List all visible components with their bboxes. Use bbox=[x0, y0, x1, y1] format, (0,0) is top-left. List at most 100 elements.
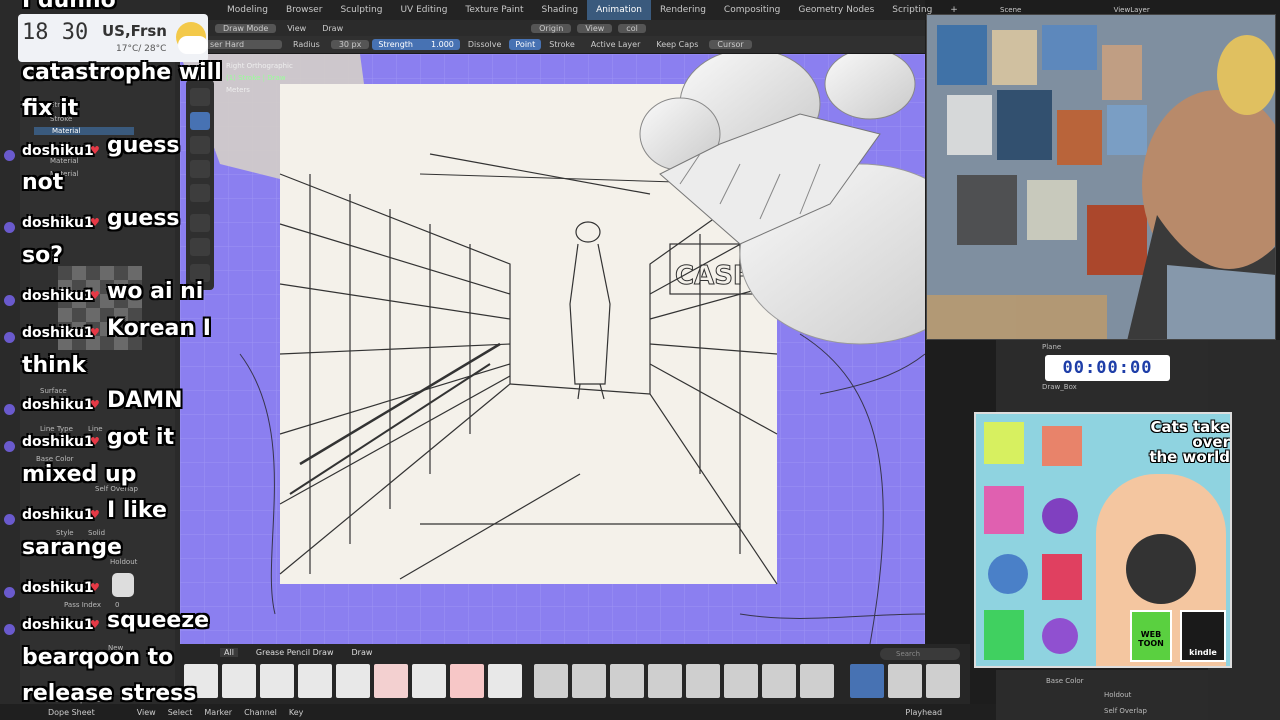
keep-caps-toggle[interactable]: Keep Caps bbox=[648, 40, 706, 49]
color-select[interactable]: col bbox=[618, 23, 646, 33]
user-badge-icon bbox=[4, 624, 15, 635]
tab-modeling[interactable]: Modeling bbox=[218, 0, 277, 20]
origin-select[interactable]: Origin bbox=[531, 23, 572, 33]
cursor-select[interactable]: Cursor bbox=[709, 40, 752, 49]
brush-thumbnail[interactable] bbox=[572, 664, 606, 698]
brush-thumbnail[interactable] bbox=[888, 664, 922, 698]
outliner-drawbox[interactable]: Draw_Box bbox=[1042, 383, 1077, 391]
chat-text: think bbox=[22, 353, 87, 378]
brush-asset-shelf: All Grease Pencil Draw Draw Search bbox=[180, 644, 970, 704]
chat-text: bearqoon to bbox=[22, 645, 174, 670]
mode-select[interactable]: Draw Mode bbox=[215, 23, 277, 33]
holdout-check[interactable]: Holdout bbox=[1104, 691, 1131, 699]
tab-rendering[interactable]: Rendering bbox=[651, 0, 715, 20]
user-badge-icon bbox=[4, 150, 15, 161]
brush-thumbnail[interactable] bbox=[926, 664, 960, 698]
view-menu[interactable]: View bbox=[279, 24, 314, 33]
tab-compositing[interactable]: Compositing bbox=[715, 0, 789, 20]
user-badge-icon bbox=[4, 441, 15, 452]
chat-text: mixed up bbox=[22, 462, 137, 487]
brush-thumbnail[interactable] bbox=[260, 664, 294, 698]
viewlayer-select[interactable]: ViewLayer bbox=[1114, 6, 1150, 14]
radius-field[interactable]: 30 px bbox=[330, 40, 370, 49]
chat-username: doshiku1 bbox=[22, 507, 94, 523]
tab-uv-editing[interactable]: UV Editing bbox=[391, 0, 456, 20]
user-badge-icon bbox=[4, 587, 15, 598]
chat-username: doshiku1 bbox=[22, 617, 94, 633]
self-overlap-check[interactable]: Self Overlap bbox=[1104, 707, 1147, 715]
view-select[interactable]: View bbox=[577, 23, 613, 33]
brush-thumbnail[interactable] bbox=[450, 664, 484, 698]
heart-icon: ♥ bbox=[90, 398, 100, 411]
strength-label: Strength bbox=[378, 40, 413, 49]
viewport-canvas[interactable]: CASHER Right Orthographic (1) Stroke | D… bbox=[180, 54, 925, 644]
webtoon-badge[interactable]: WEB TOON bbox=[1130, 610, 1172, 662]
dissolve-toggle[interactable]: Dissolve bbox=[460, 40, 510, 49]
tab-draw[interactable]: Draw bbox=[352, 648, 373, 657]
brush-thumbnail[interactable] bbox=[800, 664, 834, 698]
strength-value: 1.000 bbox=[430, 40, 454, 49]
stroke-toggle[interactable]: Stroke bbox=[541, 40, 583, 49]
brush-thumbnail[interactable] bbox=[534, 664, 568, 698]
units-label: Meters bbox=[226, 86, 250, 94]
strength-field[interactable]: Strength 1.000 bbox=[372, 39, 460, 50]
base-color-label: Base Color bbox=[1046, 677, 1084, 685]
brush-thumbnail[interactable] bbox=[222, 664, 256, 698]
emote-icon bbox=[112, 573, 134, 597]
outliner-plane[interactable]: Plane bbox=[1042, 343, 1061, 351]
tab-browser[interactable]: Browser bbox=[277, 0, 331, 20]
girl-hair bbox=[1126, 534, 1196, 604]
chat-text: release stress bbox=[22, 681, 197, 706]
chat-text: I dunno bbox=[22, 0, 116, 13]
tab-geometry-nodes[interactable]: Geometry Nodes bbox=[789, 0, 883, 20]
brush-thumbnail[interactable] bbox=[762, 664, 796, 698]
kindle-badge[interactable]: kindle bbox=[1180, 610, 1226, 662]
user-badge-icon bbox=[4, 222, 15, 233]
brush-thumbnail[interactable] bbox=[412, 664, 446, 698]
stroke-label: (1) Stroke | Draw bbox=[226, 74, 286, 82]
tab-grease-pencil-draw[interactable]: Grease Pencil Draw bbox=[256, 648, 334, 657]
cat-sticker bbox=[988, 554, 1028, 594]
scene-select[interactable]: Scene bbox=[1000, 6, 1021, 14]
chat-overlay: I dunno catastrophe will fix it doshiku1… bbox=[0, 0, 222, 720]
key-menu[interactable]: Key bbox=[283, 708, 310, 717]
draw-menu[interactable]: Draw bbox=[314, 24, 351, 33]
brush-thumbnail[interactable] bbox=[686, 664, 720, 698]
cat-sticker bbox=[984, 422, 1024, 464]
brush-thumbnail[interactable] bbox=[488, 664, 522, 698]
chat-text: guess bbox=[107, 206, 180, 231]
tab-animation[interactable]: Animation bbox=[587, 0, 651, 20]
cat-sticker bbox=[984, 486, 1024, 534]
tab-texture-paint[interactable]: Texture Paint bbox=[456, 0, 532, 20]
brush-thumbnail-active[interactable] bbox=[850, 664, 884, 698]
playhead-select[interactable]: Playhead bbox=[899, 708, 948, 717]
tab-sculpting[interactable]: Sculpting bbox=[331, 0, 391, 20]
brush-thumbnail[interactable] bbox=[298, 664, 332, 698]
viewport-header: Draw Mode View Draw Origin View col bbox=[180, 20, 925, 36]
chat-username: doshiku1 bbox=[22, 434, 94, 450]
tab-all[interactable]: All bbox=[220, 648, 238, 657]
heart-icon: ♥ bbox=[90, 144, 100, 157]
tool-settings: ser Hard Radius 30 px Strength 1.000 Diss… bbox=[180, 36, 925, 54]
brush-thumbnail[interactable] bbox=[724, 664, 758, 698]
chat-username: doshiku1 bbox=[22, 580, 94, 596]
brush-thumbnail[interactable] bbox=[374, 664, 408, 698]
brush-thumbnail[interactable] bbox=[336, 664, 370, 698]
brush-thumbnail[interactable] bbox=[610, 664, 644, 698]
brush-search[interactable]: Search bbox=[880, 648, 960, 660]
chat-text: fix it bbox=[22, 96, 79, 121]
tab-shading[interactable]: Shading bbox=[533, 0, 588, 20]
chat-text: Korean I bbox=[107, 316, 211, 341]
chat-username: doshiku1 bbox=[22, 288, 94, 304]
active-layer-toggle[interactable]: Active Layer bbox=[583, 40, 649, 49]
chat-text: wo ai ni bbox=[107, 279, 204, 304]
channel-menu[interactable]: Channel bbox=[238, 708, 283, 717]
chat-username: doshiku1 bbox=[22, 215, 94, 231]
radius-label: Radius bbox=[293, 40, 320, 49]
point-toggle[interactable]: Point bbox=[509, 39, 542, 50]
viewport[interactable]: CASHER Right Orthographic (1) Stroke | D… bbox=[180, 54, 925, 644]
heart-icon: ♥ bbox=[90, 289, 100, 302]
material-settings: Base Color Holdout Self Overlap bbox=[996, 670, 1208, 720]
user-badge-icon bbox=[4, 295, 15, 306]
brush-thumbnail[interactable] bbox=[648, 664, 682, 698]
